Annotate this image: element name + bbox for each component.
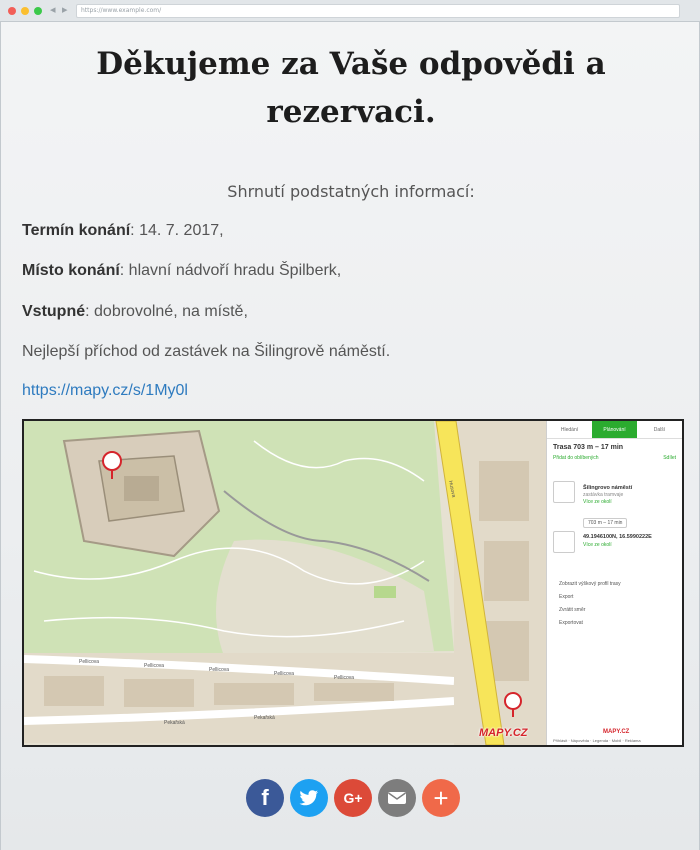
maximize-window-button[interactable] <box>34 7 42 15</box>
street-label: Pellicova <box>79 659 99 665</box>
duration-select[interactable]: 703 m – 17 min <box>583 518 628 528</box>
minimize-window-button[interactable] <box>21 7 29 15</box>
browser-chrome: ◂ ▸ https://www.example.com/ <box>0 0 700 22</box>
start-place: Šilingrovo náměstí <box>583 485 633 491</box>
menu-elevation[interactable]: Zobrazit výškový profil trasy <box>559 581 621 587</box>
detail-value: : dobrovolné, na místě, <box>85 303 248 320</box>
end-more-link[interactable]: Více ze okolí <box>583 542 612 548</box>
facebook-share-button[interactable]: f <box>246 779 284 817</box>
page-title: Děkujeme za Vaše odpovědi a rezervaci. <box>96 46 606 130</box>
page-content: Děkujeme za Vaše odpovědi a rezervaci. S… <box>0 22 700 850</box>
detail-value: : hlavní nádvoří hradu Špilberk, <box>119 262 342 279</box>
email-share-button[interactable] <box>378 779 416 817</box>
transport-note: Nejlepší příchod od zastávek na Šilingro… <box>22 343 391 360</box>
more-share-button[interactable]: + <box>422 779 460 817</box>
summary-heading: Shrnutí podstatných informací: <box>227 182 475 201</box>
street-label: Pekařská <box>164 720 185 726</box>
map-canvas: Pellicova Pellicova Pellicova Pellicova Pell… <box>24 421 546 745</box>
forward-arrow-icon[interactable]: ▸ <box>62 3 68 16</box>
route-actions: Přidat do oblíbených Sdílet <box>547 453 682 463</box>
street-label: Pekařská <box>254 715 275 721</box>
route-title: Trasa 703 m – 17 min <box>553 444 624 451</box>
detail-place: Místo konání: hlavní nádvoří hradu Špilb… <box>22 262 341 280</box>
detail-value: : 14. 7. 2017, <box>130 222 224 239</box>
share-route-link[interactable]: Sdílet <box>663 455 676 461</box>
start-more-link[interactable]: Více ze okolí <box>583 499 612 505</box>
detail-label: Termín konání <box>22 222 131 239</box>
map-image[interactable]: Pellicova Pellicova Pellicova Pellicova Pell… <box>22 419 684 747</box>
google-plus-icon: G+ <box>343 790 363 806</box>
tab-planning[interactable]: Plánování <box>592 421 637 438</box>
menu-exportovat[interactable]: Exportovat <box>559 620 583 626</box>
detail-date: Termín konání: 14. 7. 2017, <box>22 222 224 240</box>
end-point-box[interactable] <box>553 531 575 553</box>
map-link[interactable]: https://mapy.cz/s/1My0l <box>22 382 188 400</box>
twitter-share-button[interactable] <box>290 779 328 817</box>
google-plus-share-button[interactable]: G+ <box>334 779 372 817</box>
tab-more[interactable]: Další <box>637 421 682 438</box>
map-logo: MAPY.CZ <box>479 727 528 739</box>
save-route-link[interactable]: Přidat do oblíbených <box>553 455 599 461</box>
map-side-panel: Hledání Plánování Další Trasa 703 m – 17… <box>546 421 682 745</box>
menu-reverse[interactable]: Zvrátit směr <box>559 607 585 613</box>
social-share-bar: f G+ + <box>246 779 460 817</box>
detail-fee: Vstupné: dobrovolné, na místě, <box>22 303 248 321</box>
close-window-button[interactable] <box>8 7 16 15</box>
start-subtitle: zastávka tramvaje <box>583 492 624 498</box>
street-label: Pellicova <box>144 663 164 669</box>
facebook-icon: f <box>261 785 269 810</box>
plus-icon: + <box>433 782 449 813</box>
panel-logo: MAPY.CZ <box>603 729 630 735</box>
street-label: Pellicova <box>209 667 229 673</box>
menu-export[interactable]: Export <box>559 594 573 600</box>
twitter-icon <box>299 790 318 806</box>
start-point-box[interactable] <box>553 481 575 503</box>
address-bar[interactable]: https://www.example.com/ <box>76 4 680 18</box>
street-label: Pellicova <box>334 675 354 681</box>
street-label: Pellicova <box>274 671 294 677</box>
detail-label: Místo konání <box>22 262 120 279</box>
end-coordinates: 49.1946100N, 16.5990222E <box>583 534 652 540</box>
back-arrow-icon[interactable]: ◂ <box>50 3 56 16</box>
panel-tabs: Hledání Plánování Další <box>547 421 682 439</box>
panel-footer: Přihlásit · Nápověda · Legenda · Mobil ·… <box>553 738 641 743</box>
email-icon <box>388 792 406 804</box>
tab-search[interactable]: Hledání <box>547 421 592 438</box>
detail-label: Vstupné <box>22 303 86 320</box>
